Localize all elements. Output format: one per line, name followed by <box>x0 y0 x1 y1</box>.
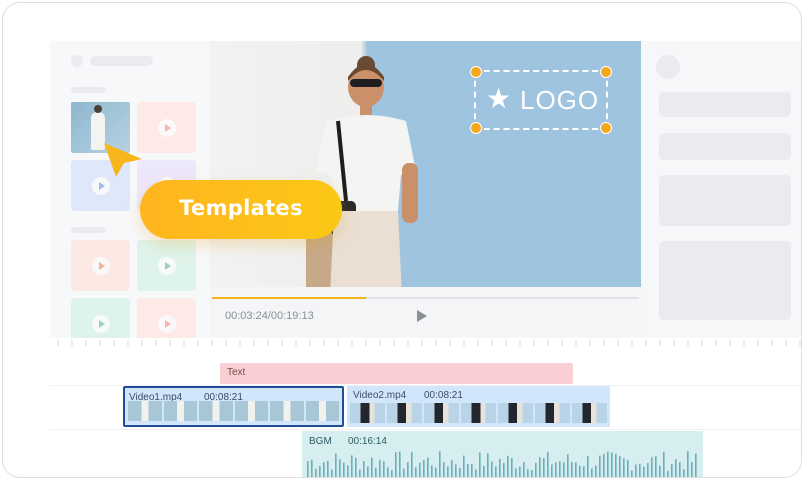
video-editor: ★ LOGO 00:03:24/00:19:13 Text Video1.mp4… <box>50 41 801 477</box>
clip-filename: Video2.mp4 <box>353 390 407 401</box>
clip-filename: BGM <box>309 436 332 447</box>
player-controls: 00:03:24/00:19:13 <box>210 287 641 338</box>
media-tile[interactable] <box>137 240 196 291</box>
clip-frames <box>350 403 607 423</box>
audio-waveform <box>307 451 697 477</box>
resize-handle[interactable] <box>470 122 482 134</box>
templates-label: Templates <box>179 196 303 220</box>
text-track-clip[interactable]: Text <box>220 363 573 384</box>
properties-panel <box>641 41 801 338</box>
clip-duration: 00:08:21 <box>424 390 463 401</box>
logo-selection-box[interactable]: ★ LOGO <box>470 66 612 134</box>
logo-text: LOGO <box>520 85 600 115</box>
resize-handle[interactable] <box>600 66 612 78</box>
timeline: Text Video1.mp4 00:08:21 Video2.mp4 00:0… <box>50 338 801 477</box>
play-icon <box>157 118 176 137</box>
clip-duration: 00:16:14 <box>348 436 387 447</box>
panel-field-placeholder <box>659 241 791 320</box>
panel-field-placeholder <box>659 133 791 160</box>
resize-handle[interactable] <box>470 66 482 78</box>
preview-person-image <box>306 56 418 287</box>
media-tile[interactable] <box>71 240 130 291</box>
panel-field-placeholder <box>659 175 791 226</box>
clip-frames <box>128 401 339 421</box>
window-frame: ★ LOGO 00:03:24/00:19:13 Text Video1.mp4… <box>2 2 802 478</box>
resize-handle[interactable] <box>600 122 612 134</box>
sidebar-section-placeholder <box>71 227 106 233</box>
play-icon <box>157 314 176 333</box>
play-icon <box>91 176 110 195</box>
sidebar-title-placeholder <box>90 56 153 66</box>
play-icon[interactable] <box>416 309 428 323</box>
text-clip-label: Text <box>227 367 246 378</box>
track-divider <box>50 429 801 430</box>
play-icon <box>157 256 176 275</box>
audio-clip[interactable]: BGM 00:16:14 <box>302 431 703 477</box>
templates-button[interactable]: Templates <box>140 180 342 239</box>
sidebar-avatar-placeholder <box>71 55 83 67</box>
timeline-ruler[interactable] <box>50 338 801 348</box>
time-display: 00:03:24/00:19:13 <box>225 310 314 322</box>
progress-bar-fill <box>212 297 366 299</box>
video-clip-2[interactable]: Video2.mp4 00:08:21 <box>347 386 610 427</box>
star-icon: ★ <box>486 83 512 114</box>
video-clip-1[interactable]: Video1.mp4 00:08:21 <box>123 386 344 427</box>
sidebar-section-placeholder <box>71 87 106 93</box>
play-icon <box>91 256 110 275</box>
progress-bar[interactable] <box>212 297 639 299</box>
pointer-cursor-icon <box>104 143 142 177</box>
video-preview[interactable]: ★ LOGO <box>210 41 641 287</box>
play-icon <box>91 314 110 333</box>
panel-avatar-placeholder <box>656 55 680 79</box>
panel-field-placeholder <box>659 92 791 117</box>
